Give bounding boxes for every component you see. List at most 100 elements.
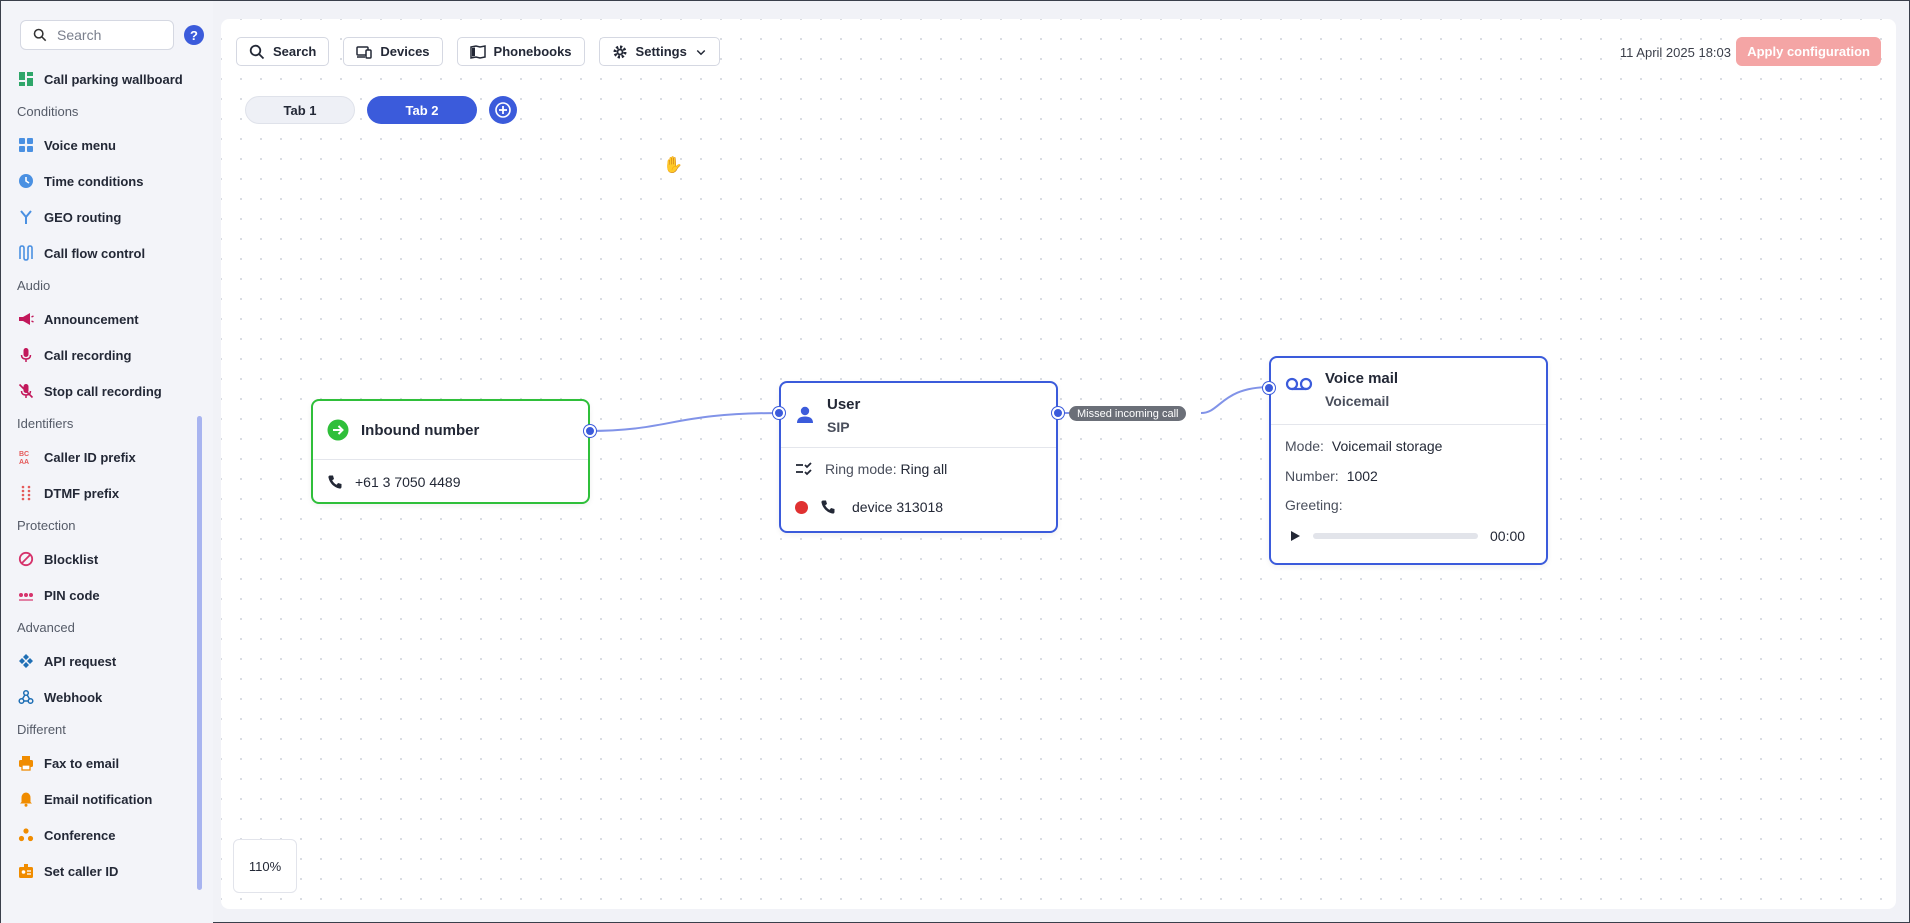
sidebar-item-label: Voice menu — [44, 137, 117, 153]
voicemail-number-value: 1002 — [1346, 467, 1378, 484]
gear-icon — [613, 45, 627, 58]
tab-2[interactable]: Tab 2 — [367, 96, 477, 124]
sidebar-item-label: Call flow control — [44, 245, 146, 261]
set-caller-id-icon — [18, 863, 34, 879]
user-output-handle[interactable] — [1052, 407, 1064, 419]
user-icon — [797, 406, 813, 423]
sidebar-item-dtmf-prefix[interactable]: DTMF prefix — [1, 475, 201, 511]
api-icon — [18, 653, 34, 669]
add-tab-button[interactable] — [489, 96, 517, 124]
search-icon — [33, 28, 47, 42]
sidebar-item-label: PIN code — [44, 587, 100, 603]
devices-icon — [356, 45, 373, 59]
zoom-level[interactable]: 110% — [233, 839, 297, 893]
sidebar-section-heading: Different — [17, 722, 66, 737]
settings-button[interactable]: Settings — [598, 37, 720, 66]
sidebar-section-heading: Protection — [17, 518, 76, 533]
sidebar-item-conference[interactable]: Conference — [1, 817, 201, 853]
sidebar-item-time-conditions[interactable]: Time conditions — [1, 163, 201, 199]
user-node-subtitle: SIP — [827, 418, 850, 435]
sidebar-item-set-caller-id[interactable]: Set caller ID — [1, 853, 201, 889]
device-status-dot — [795, 500, 808, 514]
user-node-title: User — [827, 395, 861, 413]
sidebar-item-pin-code[interactable]: PIN code — [1, 577, 201, 613]
user-node-divider — [781, 447, 1056, 448]
tab-bar: Tab 1 Tab 2 — [245, 96, 517, 124]
canvas-panel[interactable]: Search Devices Phonebooks Settings 11 Ap… — [221, 19, 1896, 909]
svg-text:AA: AA — [19, 459, 29, 465]
sidebar-item-label: API request — [44, 653, 117, 669]
ring-mode-label: Ring mode: — [825, 461, 897, 477]
help-button[interactable]: ? — [184, 25, 204, 45]
voicemail-node[interactable]: Voice mail Voicemail Mode: Voicemail sto… — [1263, 356, 1548, 565]
microphone-off-icon — [18, 383, 34, 399]
microphone-icon — [18, 347, 34, 363]
toolbar: Search Devices Phonebooks Settings — [236, 37, 720, 66]
sidebar-item-label: Call parking wallboard — [44, 71, 183, 87]
sidebar-search-placeholder: Search — [57, 27, 102, 43]
sidebar-item-voice-menu[interactable]: Voice menu — [1, 127, 201, 163]
megaphone-icon — [18, 311, 34, 327]
greeting-progress-bar[interactable] — [1313, 533, 1478, 539]
bell-icon — [18, 791, 34, 807]
sidebar-item-call-parking-wallboard[interactable]: Call parking wallboard — [1, 61, 201, 97]
sidebar-item-blocklist[interactable]: Blocklist — [1, 541, 201, 577]
sidebar-list: Call parking wallboard Conditions Voice me… — [1, 61, 201, 889]
sidebar-item-call-recording[interactable]: Call recording — [1, 337, 201, 373]
voicemail-node-subtitle: Voicemail — [1325, 393, 1390, 409]
user-input-handle[interactable] — [773, 407, 785, 419]
sidebar-item-stop-call-recording[interactable]: Stop call recording — [1, 373, 201, 409]
sidebar-item-label: Stop call recording — [44, 383, 162, 399]
sidebar-item-label: Webhook — [44, 689, 103, 705]
geo-routing-icon — [18, 209, 34, 225]
search-button[interactable]: Search — [236, 37, 330, 66]
sidebar-item-geo-routing[interactable]: GEO routing — [1, 199, 201, 235]
devices-button[interactable]: Devices — [343, 37, 443, 66]
sidebar-item-email-notification[interactable]: Email notification — [1, 781, 201, 817]
inbound-phone-number: +61 3 7050 4489 — [355, 473, 461, 490]
voicemail-input-handle[interactable] — [1263, 382, 1275, 394]
settings-button-label: Settings — [635, 44, 687, 59]
edge-inbound-to-user — [587, 412, 782, 432]
inbound-number-node[interactable]: Inbound number +61 3 7050 4489 — [311, 399, 596, 504]
voicemail-node-title: Voice mail — [1325, 370, 1399, 387]
sidebar-item-caller-id-prefix[interactable]: BC AA Caller ID prefix — [1, 439, 201, 475]
sidebar-section-heading: Audio — [17, 278, 51, 293]
voice-menu-icon — [18, 137, 34, 153]
tab-1[interactable]: Tab 1 — [245, 96, 355, 124]
sidebar-item-label: Fax to email — [44, 755, 120, 771]
greeting-time: 00:00 — [1490, 528, 1526, 544]
sidebar-item-label: Announcement — [44, 311, 139, 327]
call-flow-icon — [18, 245, 34, 261]
chevron-down-icon — [696, 49, 706, 55]
dialpad-icon — [18, 485, 34, 501]
caller-id-prefix-icon: BC AA — [18, 449, 34, 465]
play-icon[interactable] — [1289, 530, 1301, 542]
plus-circle-icon — [495, 102, 511, 118]
sidebar-item-fax-to-email[interactable]: Fax to email — [1, 745, 201, 781]
arrow-right-circle-icon — [327, 419, 349, 441]
datetime-display: 11 April 2025 18:03 — [1619, 45, 1731, 60]
apply-configuration-button[interactable]: Apply configuration — [1736, 37, 1881, 66]
conference-icon — [18, 827, 34, 843]
sidebar-item-label: Blocklist — [44, 551, 99, 567]
svg-text:BC: BC — [19, 451, 29, 458]
pin-code-icon — [18, 587, 34, 603]
sidebar-item-label: GEO routing — [44, 209, 122, 225]
phonebooks-button[interactable]: Phonebooks — [456, 37, 585, 66]
inbound-output-handle[interactable] — [584, 425, 596, 437]
inbound-node-title: Inbound number — [361, 421, 480, 439]
voicemail-icon — [1285, 377, 1313, 391]
ring-mode-value: Ring all — [900, 461, 948, 477]
sidebar-item-announcement[interactable]: Announcement — [1, 301, 201, 337]
sidebar-scrollbar[interactable] — [197, 416, 202, 890]
voicemail-node-divider — [1271, 424, 1546, 425]
sidebar-search-input[interactable]: Search — [20, 20, 174, 50]
sidebar-item-webhook[interactable]: Webhook — [1, 679, 201, 715]
sidebar-item-api-request[interactable]: API request — [1, 643, 201, 679]
sidebar-item-call-flow-control[interactable]: Call flow control — [1, 235, 201, 271]
search-button-label: Search — [273, 44, 317, 59]
edge-label-missed-call[interactable]: Missed incoming call — [1069, 406, 1187, 421]
user-node[interactable]: User SIP Ring mode: Ring all device 3130… — [773, 381, 1064, 533]
ring-mode-list-icon — [796, 462, 812, 476]
